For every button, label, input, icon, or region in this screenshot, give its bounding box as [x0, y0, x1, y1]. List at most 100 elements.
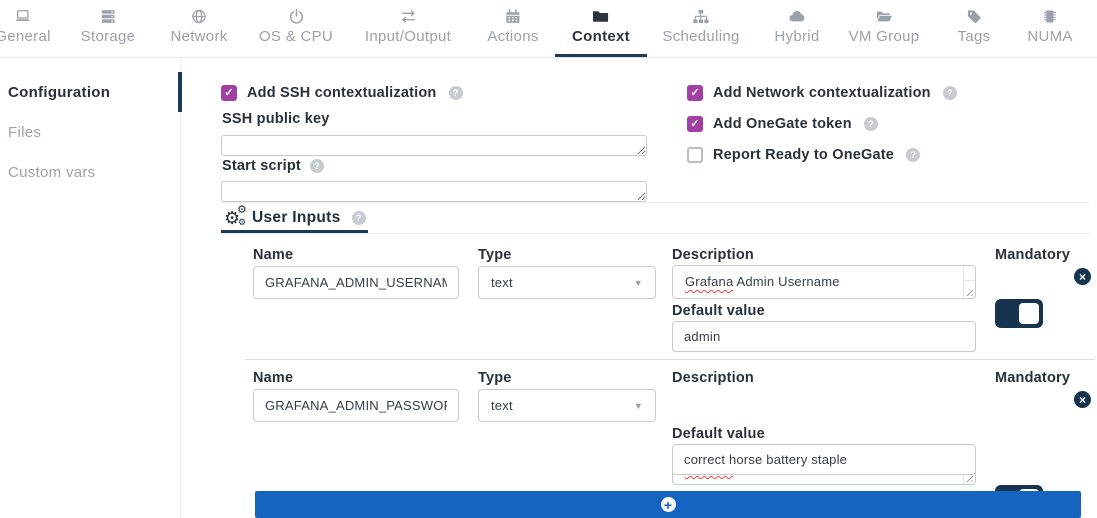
add-network-label: Add Network contextualization — [713, 85, 931, 101]
scrollbar-divider — [964, 280, 975, 281]
sidebar-item-files[interactable]: Files — [8, 124, 41, 141]
name-input[interactable] — [253, 266, 459, 299]
description-text: Admin Username — [733, 274, 839, 289]
tab-numa[interactable]: NUMA — [1027, 7, 1072, 45]
column-header-name: Name — [253, 247, 293, 263]
check-icon: ✓ — [690, 119, 699, 130]
help-icon[interactable]: ? — [310, 159, 324, 173]
resize-handle-icon[interactable] — [964, 287, 973, 296]
add-onegate-row: ✓ Add OneGate token ? — [687, 116, 878, 132]
folder-icon — [593, 7, 610, 25]
help-icon[interactable]: ? — [906, 148, 920, 162]
row-divider — [245, 359, 1095, 360]
tab-os-cpu[interactable]: OS & CPU — [259, 7, 333, 45]
sitemap-icon — [692, 7, 709, 25]
tab-scheduling[interactable]: Scheduling — [662, 7, 739, 45]
tab-label: General — [0, 28, 51, 45]
scrollbar-track — [963, 266, 964, 298]
check-icon: ✓ — [690, 88, 699, 99]
cloud-icon — [789, 7, 806, 25]
sidebar-item-custom-vars[interactable]: Custom vars — [8, 164, 96, 181]
globe-icon — [191, 7, 208, 25]
tab-general[interactable]: General — [0, 7, 51, 45]
ssh-public-key-label-text: SSH public key — [222, 111, 330, 127]
add-onegate-checkbox[interactable]: ✓ — [687, 116, 703, 132]
report-ready-row: ✓ Report Ready to OneGate ? — [687, 147, 920, 163]
tab-label: Tags — [958, 28, 991, 45]
ssh-public-key-label: SSH public key — [222, 111, 330, 127]
name-input[interactable] — [253, 389, 459, 422]
help-icon[interactable]: ? — [449, 86, 463, 100]
type-select[interactable]: text ▼ — [478, 389, 656, 422]
add-network-checkbox[interactable]: ✓ — [687, 85, 703, 101]
sidebar-active-indicator — [178, 72, 182, 112]
sidebar-item-configuration[interactable]: Configuration — [8, 84, 110, 101]
tab-vm-group[interactable]: VM Group — [849, 7, 920, 45]
section-divider — [221, 202, 1090, 203]
default-value-input[interactable] — [672, 444, 976, 475]
type-select-value: text — [491, 398, 513, 413]
column-header-mandatory: Mandatory — [995, 370, 1070, 386]
add-onegate-label: Add OneGate token — [713, 116, 852, 132]
start-script-label-text: Start script — [222, 158, 301, 174]
gears-icon: ⚙⚙⚙ — [224, 205, 250, 231]
tab-label: VM Group — [849, 28, 920, 45]
tab-label: Scheduling — [662, 28, 739, 45]
tab-label: Context — [572, 28, 630, 45]
help-icon[interactable]: ? — [864, 117, 878, 131]
delete-row-button[interactable]: × — [1074, 268, 1091, 285]
exchange-arrows-icon — [399, 7, 416, 25]
tab-actions[interactable]: Actions — [487, 7, 538, 45]
type-select-value: text — [491, 275, 513, 290]
user-inputs-header: ⚙⚙⚙ User Inputs ? — [224, 205, 366, 231]
tab-tags[interactable]: Tags — [958, 7, 991, 45]
tab-context[interactable]: Context — [572, 7, 630, 45]
tab-input-output[interactable]: Input/Output — [365, 7, 451, 45]
top-tab-bar: General Storage Network OS & CPU Input/O — [0, 0, 1097, 58]
tab-label: Input/Output — [365, 28, 451, 45]
column-header-mandatory: Mandatory — [995, 247, 1070, 263]
add-user-input-button[interactable]: + — [255, 491, 1081, 518]
tab-label: Storage — [81, 28, 136, 45]
power-icon — [288, 7, 305, 25]
default-value-label: Default value — [672, 426, 765, 442]
help-icon[interactable]: ? — [943, 86, 957, 100]
context-sidebar: Configuration Files Custom vars — [0, 57, 181, 518]
tab-label: Network — [170, 28, 227, 45]
calendar-icon — [504, 7, 521, 25]
start-script-label: Start script ? — [222, 158, 324, 174]
mandatory-toggle[interactable] — [995, 299, 1043, 328]
ssh-public-key-textarea[interactable] — [221, 135, 647, 156]
start-script-textarea[interactable] — [221, 181, 647, 202]
column-header-description: Description — [672, 370, 754, 386]
plus-circle-icon: + — [661, 497, 676, 512]
type-select[interactable]: text ▼ — [478, 266, 656, 299]
description-textarea[interactable]: Grafana Admin Username — [672, 265, 976, 299]
add-ssh-checkbox[interactable]: ✓ — [221, 85, 237, 101]
tab-storage[interactable]: Storage — [81, 7, 136, 45]
chevron-down-icon: ▼ — [634, 401, 643, 411]
laptop-icon — [15, 7, 32, 25]
tab-label: OS & CPU — [259, 28, 333, 45]
check-icon: ✓ — [224, 88, 233, 99]
tag-icon — [965, 7, 982, 25]
column-header-description: Description — [672, 247, 754, 263]
vm-template-context-page: General Storage Network OS & CPU Input/O — [0, 0, 1097, 518]
tab-network[interactable]: Network — [170, 7, 227, 45]
report-ready-checkbox[interactable]: ✓ — [687, 147, 703, 163]
delete-row-button[interactable]: × — [1074, 391, 1091, 408]
toggle-knob — [1019, 303, 1039, 324]
default-value-input[interactable] — [672, 321, 976, 352]
user-inputs-title: User Inputs — [252, 209, 341, 227]
tab-hybrid[interactable]: Hybrid — [774, 7, 819, 45]
server-icon — [99, 7, 116, 25]
column-header-name: Name — [253, 370, 293, 386]
help-icon[interactable]: ? — [352, 211, 366, 225]
tab-label: Actions — [487, 28, 538, 45]
column-header-type: Type — [478, 247, 512, 263]
default-value-label: Default value — [672, 303, 765, 319]
folder-open-icon — [875, 7, 892, 25]
report-ready-label: Report Ready to OneGate — [713, 147, 894, 163]
tab-label: NUMA — [1027, 28, 1072, 45]
add-ssh-label: Add SSH contextualization — [247, 85, 437, 101]
